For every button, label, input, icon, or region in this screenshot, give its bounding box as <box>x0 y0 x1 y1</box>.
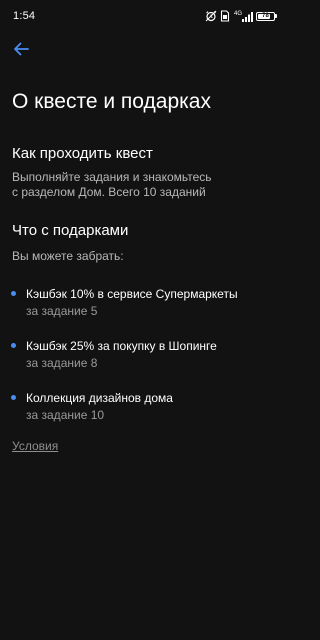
gifts-section-subtitle: Вы можете забрать: <box>12 249 124 263</box>
page-title: О квесте и подарках <box>12 90 211 113</box>
back-button[interactable] <box>8 38 34 64</box>
status-bar: 1:54 4G 78 <box>0 0 287 30</box>
gift-list: Кэшбэк 10% в сервисе Супермаркеты за зад… <box>0 285 287 441</box>
bullet-icon <box>11 395 16 400</box>
list-item: Кэшбэк 25% за покупку в Шопинге за задан… <box>0 337 287 389</box>
gift-title: Кэшбэк 25% за покупку в Шопинге <box>26 339 217 353</box>
gift-subtitle: за задание 5 <box>26 304 98 318</box>
gifts-section-title: Что с подарками <box>12 222 129 239</box>
conditions-link[interactable]: Условия <box>12 439 58 454</box>
battery-body: 78 <box>256 11 275 21</box>
gift-title: Коллекция дизайнов дома <box>26 391 173 405</box>
list-item: Коллекция дизайнов дома за задание 10 <box>0 389 287 441</box>
battery-value: 78 <box>262 13 269 19</box>
list-item: Кэшбэк 10% в сервисе Супермаркеты за зад… <box>0 285 287 337</box>
battery-tip <box>275 14 277 18</box>
gift-subtitle: за задание 10 <box>26 408 105 422</box>
quest-section-title: Как проходить квест <box>12 145 153 162</box>
quest-description-line2: с разделом Дом. Всего 10 заданий <box>12 185 206 199</box>
battery-icon: 78 <box>256 11 277 21</box>
gift-subtitle: за задание 8 <box>26 356 98 370</box>
gift-title: Кэшбэк 10% в сервисе Супермаркеты <box>26 287 238 301</box>
alarm-icon <box>205 10 217 22</box>
network-type: 4G <box>233 10 242 17</box>
quest-description-line1: Выполняйте задания и знакомьтесь <box>12 170 212 184</box>
signal-icon: 4G <box>233 11 253 22</box>
status-icons: 4G 78 <box>205 9 277 23</box>
sim-icon <box>220 10 230 22</box>
bullet-icon <box>11 291 16 296</box>
status-time: 1:54 <box>13 10 36 22</box>
bullet-icon <box>11 343 16 348</box>
arrow-left-icon <box>13 42 29 61</box>
